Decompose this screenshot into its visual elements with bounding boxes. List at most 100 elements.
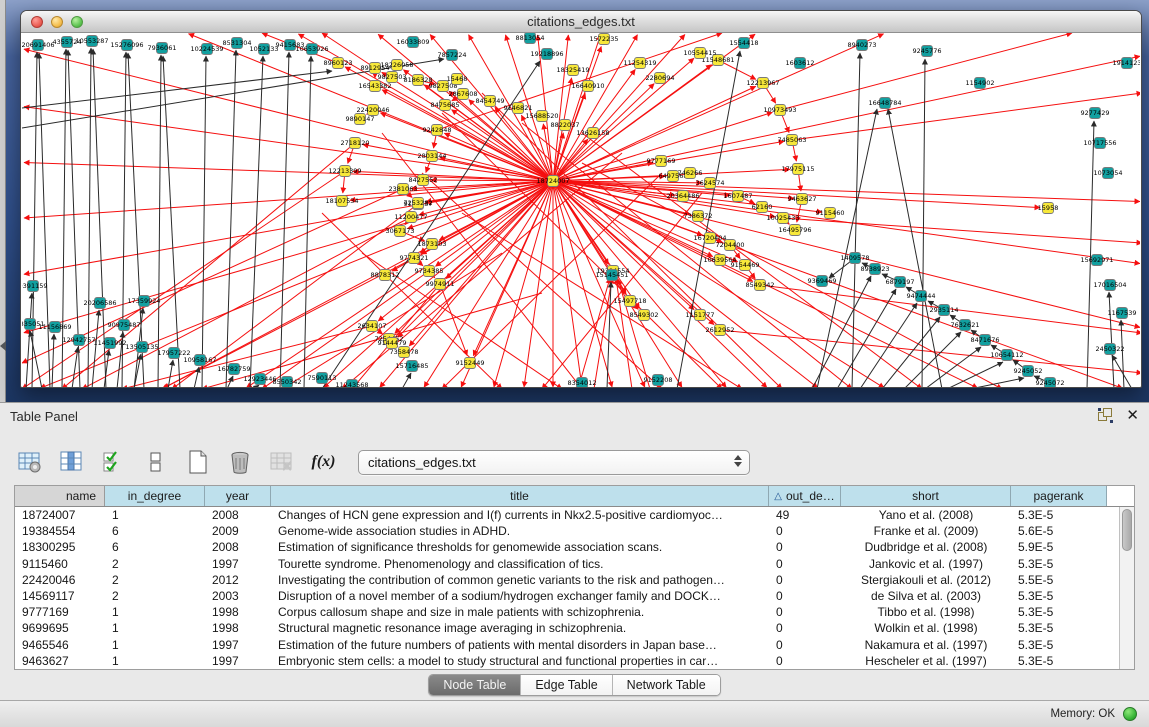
graph-node[interactable]: 1167539 xyxy=(1108,308,1137,319)
graph-node[interactable]: 1873103 xyxy=(418,239,447,250)
column-header-year[interactable]: year xyxy=(205,486,271,506)
graph-node[interactable]: 7253282 xyxy=(404,198,433,209)
graph-node[interactable]: 15958 xyxy=(1038,203,1059,214)
graph-node[interactable]: 9152208 xyxy=(644,375,673,386)
graph-node[interactable]: 10717556 xyxy=(1083,138,1116,149)
network-canvas[interactable]: 1872400789601238912954182260589827503165… xyxy=(22,33,1140,387)
stacked-rows-icon[interactable] xyxy=(142,449,169,476)
graph-node[interactable]: 10025433 xyxy=(766,213,799,224)
graph-node[interactable]: 10554415 xyxy=(683,48,716,59)
graph-node[interactable]: 7590113 xyxy=(308,373,337,384)
graph-node[interactable]: 1052133 xyxy=(250,44,279,55)
graph-node[interactable]: 7936061 xyxy=(148,43,177,54)
table-settings-icon[interactable] xyxy=(16,449,43,476)
graph-node[interactable]: 9144479 xyxy=(378,338,407,349)
scrollbar-thumb[interactable] xyxy=(1122,509,1132,551)
graph-node[interactable]: 6879197 xyxy=(886,277,915,288)
window-titlebar[interactable]: citations_edges.txt xyxy=(21,11,1141,33)
graph-node[interactable]: 12942757 xyxy=(62,335,95,346)
graph-node[interactable]: 2381063 xyxy=(389,184,418,195)
collapse-panel-arrow-icon[interactable] xyxy=(0,341,6,351)
close-panel-icon[interactable]: ✕ xyxy=(1126,408,1139,423)
graph-node[interactable]: 7632621 xyxy=(951,320,980,331)
graph-node[interactable]: 8878312 xyxy=(371,270,400,281)
graph-node[interactable]: 1607487 xyxy=(724,191,753,202)
graph-node[interactable]: 9827503 xyxy=(378,72,407,83)
graph-node[interactable]: 18226058 xyxy=(380,60,413,71)
graph-node[interactable]: 8550342 xyxy=(273,377,302,388)
graph-node[interactable]: 10224539 xyxy=(190,44,223,55)
graph-node[interactable]: 9890147 xyxy=(346,114,375,125)
graph-node[interactable]: 9463627 xyxy=(788,194,817,205)
graph-node[interactable]: 9369469 xyxy=(808,276,837,287)
table-row[interactable]: 911546021997Tourette syndrome. Phenomeno… xyxy=(15,556,1119,572)
new-table-icon[interactable] xyxy=(184,449,211,476)
graph-node[interactable]: 8427552 xyxy=(409,175,438,186)
column-header-short[interactable]: short xyxy=(841,486,1011,506)
graph-node[interactable]: 17016504 xyxy=(1093,280,1126,291)
graph-node[interactable]: 12213967 xyxy=(746,78,779,89)
graph-node[interactable]: 3624574 xyxy=(696,178,725,189)
table-source-select[interactable]: citations_edges.txt xyxy=(358,450,750,475)
graph-node[interactable]: 17359924 xyxy=(127,296,160,307)
graph-node[interactable]: 90975487 xyxy=(107,320,140,331)
graph-node[interactable]: 12213399 xyxy=(328,166,361,177)
graph-node[interactable]: 15692971 xyxy=(1080,255,1113,266)
graph-node[interactable]: 3067173 xyxy=(386,226,415,237)
table-row[interactable]: 946554611997Estimation of the future num… xyxy=(15,637,1119,653)
graph-node[interactable]: 1603612 xyxy=(786,58,815,69)
graph-node[interactable]: 15276096 xyxy=(110,40,143,51)
graph-node[interactable]: 9242848 xyxy=(423,125,452,136)
graph-node[interactable]: 17975115 xyxy=(781,164,814,175)
graph-node[interactable]: 13626158 xyxy=(576,128,609,139)
graph-node[interactable]: 2612952 xyxy=(706,325,735,336)
graph-node[interactable]: 9152449 xyxy=(456,358,485,369)
graph-node[interactable]: 9734385 xyxy=(415,266,444,277)
column-header-out_de[interactable]: △out_de… xyxy=(769,486,841,506)
column-select-icon[interactable] xyxy=(58,449,85,476)
column-header-pagerank[interactable]: pagerank xyxy=(1011,486,1107,506)
graph-node[interactable]: 19218896 xyxy=(530,49,563,60)
graph-node[interactable]: 20691406 xyxy=(22,40,55,51)
graph-node[interactable]: 7204400 xyxy=(716,240,745,251)
table-row[interactable]: 1456911722003Disruption of a novel membe… xyxy=(15,588,1119,604)
column-header-in_degree[interactable]: in_degree xyxy=(105,486,205,506)
graph-node[interactable]: 1554418 xyxy=(730,38,759,49)
graph-node[interactable]: 9245052 xyxy=(1014,366,1043,377)
graph-node[interactable]: 10654112 xyxy=(990,350,1023,361)
table-vertical-scrollbar[interactable] xyxy=(1119,507,1134,669)
graph-node[interactable]: 9391159 xyxy=(22,281,47,292)
graph-node[interactable]: 11200477 xyxy=(394,212,427,223)
graph-node[interactable]: 16782759 xyxy=(217,364,250,375)
graph-node[interactable]: 15688520 xyxy=(525,111,558,122)
graph-node[interactable]: 20206586 xyxy=(83,298,116,309)
column-header-title[interactable]: title xyxy=(271,486,769,506)
graph-node[interactable]: 16648784 xyxy=(868,98,901,109)
table-row[interactable]: 1830029562008Estimation of significance … xyxy=(15,539,1119,555)
graph-node[interactable]: 8813054 xyxy=(516,33,545,44)
graph-node[interactable]: 8940273 xyxy=(848,40,877,51)
graph-node[interactable]: 10958167 xyxy=(183,355,216,366)
graph-node[interactable]: 9115460 xyxy=(816,208,845,219)
delete-icon[interactable] xyxy=(226,449,253,476)
graph-node[interactable]: 8354012 xyxy=(568,378,597,388)
column-header-name[interactable]: name xyxy=(15,486,105,506)
graph-node[interactable]: 9154469 xyxy=(731,260,760,271)
graph-node[interactable]: 10973493 xyxy=(763,105,796,116)
graph-node[interactable]: 7857224 xyxy=(438,50,467,61)
graph-node[interactable]: 8549302 xyxy=(630,310,659,321)
graph-node[interactable]: 18325419 xyxy=(556,65,589,76)
graph-node[interactable]: 9277429 xyxy=(1081,108,1110,119)
graph-node[interactable]: 9245072 xyxy=(1036,378,1065,388)
graph-node[interactable]: 20364486 xyxy=(666,191,699,202)
graph-node[interactable]: 7386372 xyxy=(684,211,713,222)
graph-node[interactable]: 11451992 xyxy=(93,338,126,349)
graph-node[interactable]: 1914123 xyxy=(1113,58,1140,69)
graph-node[interactable]: 8549342 xyxy=(746,280,775,291)
graph-node[interactable]: 15497718 xyxy=(613,296,646,307)
graph-node[interactable]: 2450322 xyxy=(1096,344,1125,355)
function-icon[interactable]: f(x) xyxy=(310,449,337,476)
table-row[interactable]: 946362711997Embryonic stem cells: a mode… xyxy=(15,653,1119,669)
network-graph[interactable]: 1872400789601238912954182260589827503165… xyxy=(22,33,1140,387)
graph-node[interactable]: 9474444 xyxy=(907,291,936,302)
